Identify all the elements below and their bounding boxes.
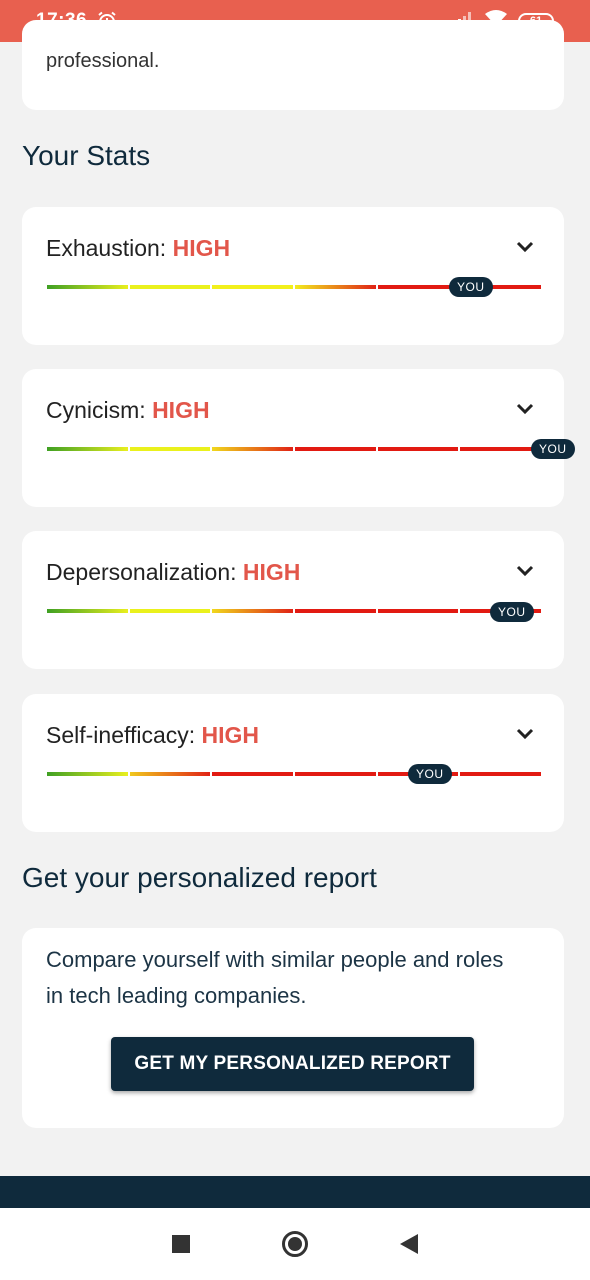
meter-segment bbox=[377, 285, 459, 289]
chevron-down-icon[interactable] bbox=[516, 403, 534, 415]
stat-meter bbox=[47, 772, 542, 776]
meter-segment bbox=[129, 447, 211, 451]
stat-name: Cynicism: bbox=[46, 397, 153, 423]
meter-segment bbox=[47, 772, 128, 776]
meter-segment bbox=[129, 772, 211, 776]
get-report-button[interactable]: GET MY PERSONALIZED REPORT bbox=[111, 1037, 474, 1091]
meter-segment bbox=[377, 447, 459, 451]
stat-card-exhaustion[interactable]: Exhaustion: HIGH YOU bbox=[22, 207, 564, 345]
meter-segment bbox=[47, 447, 128, 451]
meter-segment bbox=[129, 285, 211, 289]
report-card: Compare yourself with similar people and… bbox=[22, 928, 564, 1128]
stat-name: Exhaustion: bbox=[46, 235, 173, 261]
meter-segment bbox=[295, 285, 376, 289]
meter-segment bbox=[295, 447, 376, 451]
meter-segment bbox=[212, 285, 294, 289]
meter-segment bbox=[212, 772, 294, 776]
back-icon[interactable] bbox=[400, 1234, 418, 1254]
you-marker: YOU bbox=[408, 764, 452, 784]
stat-name: Depersonalization: bbox=[46, 559, 243, 585]
stat-label: Cynicism: HIGH bbox=[46, 397, 210, 424]
stat-level: HIGH bbox=[242, 559, 301, 585]
stat-label: Exhaustion: HIGH bbox=[46, 235, 230, 262]
chevron-down-icon[interactable] bbox=[516, 565, 534, 577]
recents-icon[interactable] bbox=[172, 1235, 190, 1253]
meter-segment bbox=[377, 609, 459, 613]
stat-label: Depersonalization: HIGH bbox=[46, 559, 300, 586]
stat-card-self-inefficacy[interactable]: Self-inefficacy: HIGH YOU bbox=[22, 694, 564, 832]
report-section-title: Get your personalized report bbox=[22, 862, 377, 893]
meter-segment bbox=[295, 772, 376, 776]
meter-segment bbox=[212, 447, 294, 451]
stat-level: HIGH bbox=[152, 397, 210, 423]
meter-segment bbox=[212, 609, 294, 613]
stat-card-depersonalization[interactable]: Depersonalization: HIGH YOU bbox=[22, 531, 564, 669]
stat-meter bbox=[47, 447, 542, 451]
stat-card-cynicism[interactable]: Cynicism: HIGH YOU bbox=[22, 369, 575, 507]
meter-segment bbox=[460, 447, 542, 451]
intro-text: professional. bbox=[46, 50, 160, 72]
meter-segment bbox=[460, 772, 542, 776]
meter-segment bbox=[295, 609, 376, 613]
chevron-down-icon[interactable] bbox=[516, 728, 534, 740]
chevron-down-icon[interactable] bbox=[516, 241, 534, 253]
report-description: Compare yourself with similar people and… bbox=[46, 947, 504, 1008]
home-icon[interactable] bbox=[282, 1231, 308, 1257]
stat-label: Self-inefficacy: HIGH bbox=[46, 722, 259, 749]
you-marker: YOU bbox=[490, 602, 534, 622]
you-marker: YOU bbox=[531, 439, 575, 459]
stat-level: HIGH bbox=[172, 235, 231, 261]
stat-meter bbox=[47, 609, 542, 613]
meter-segment bbox=[129, 609, 211, 613]
stat-name: Self-inefficacy: bbox=[46, 722, 202, 748]
you-marker: YOU bbox=[449, 277, 493, 297]
stat-level: HIGH bbox=[201, 722, 260, 748]
system-nav-bar bbox=[0, 1208, 590, 1280]
intro-card: professional. bbox=[22, 20, 564, 110]
stats-section-title: Your Stats bbox=[22, 140, 151, 171]
meter-segment bbox=[47, 285, 128, 289]
meter-segment bbox=[47, 609, 128, 613]
